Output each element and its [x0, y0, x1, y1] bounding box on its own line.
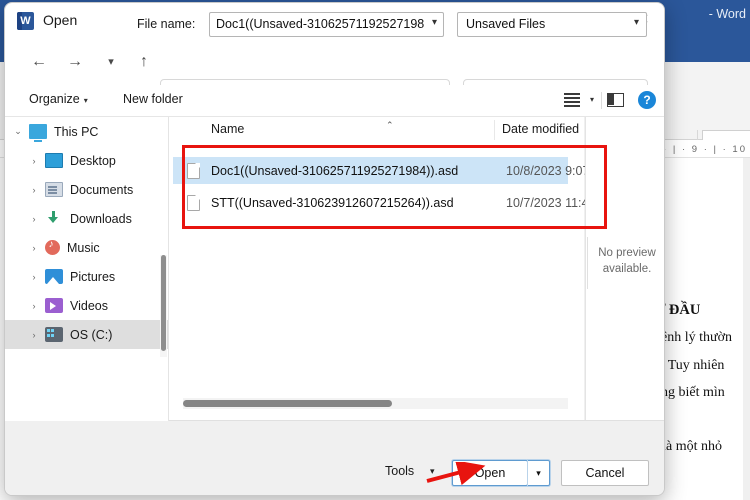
sidebar-item-pictures[interactable]: › Pictures: [5, 262, 169, 291]
doc-line: bệnh lý thườn: [654, 330, 732, 346]
file-name-cell: Doc1((Unsaved-310625711925271984)).asd: [211, 163, 459, 178]
organize-button[interactable]: Organize ▾: [29, 92, 88, 106]
sidebar-item-downloads[interactable]: › Downloads: [5, 204, 169, 233]
file-type-select[interactable]: Unsaved Files ▾: [457, 12, 647, 37]
sort-ascending-icon: ⌃: [386, 120, 394, 130]
sidebar-item-label: Music: [67, 240, 100, 255]
dialog-navigation-bar: ← → ▾ ↑ « Office › Unsaved... ▾ ⟳ Search…: [5, 39, 664, 112]
documents-icon: [45, 182, 63, 197]
pc-icon: [29, 124, 47, 142]
open-dialog: W Open ✕ ← → ▾ ↑ « Office › Unsaved... ▾…: [4, 2, 665, 496]
chevron-right-icon[interactable]: ›: [23, 330, 45, 340]
recent-locations-icon[interactable]: ▾: [97, 48, 125, 76]
file-icon: [187, 194, 200, 211]
back-icon[interactable]: ←: [25, 48, 53, 76]
column-divider: [494, 120, 495, 140]
preview-pane-icon[interactable]: [607, 93, 624, 107]
file-date-cell: 10/8/2023 9:07: [506, 163, 590, 178]
chevron-down-icon: ▾: [83, 96, 88, 105]
chevron-right-icon[interactable]: ›: [23, 243, 45, 253]
sidebar-item-documents[interactable]: › Documents: [5, 175, 169, 204]
organize-label: Organize: [29, 92, 80, 106]
dialog-title: Open: [43, 12, 78, 28]
chevron-right-icon[interactable]: ›: [23, 272, 45, 282]
document-body-text: Ờ ĐẦU bệnh lý thườn g. Tuy nhiên ông biế…: [654, 158, 750, 461]
chevron-down-icon[interactable]: ▾: [430, 466, 435, 477]
chevron-right-icon[interactable]: ›: [23, 185, 45, 195]
chevron-down-icon[interactable]: ▾: [432, 17, 437, 28]
file-name-label: File name:: [137, 17, 196, 31]
sidebar-item-music[interactable]: › Music: [5, 233, 169, 262]
word-title-text: - Word: [708, 7, 746, 21]
word-vertical-scrollbar[interactable]: [743, 158, 750, 500]
chevron-down-icon[interactable]: ⌄: [7, 126, 29, 137]
help-icon[interactable]: ?: [638, 91, 656, 109]
file-list[interactable]: Name ⌃ Date modified Doc1((Unsaved-31062…: [169, 117, 589, 421]
preview-divider: [587, 237, 588, 289]
sidebar-item-label: OS (C:): [70, 327, 113, 342]
doc-line: ) là một nhỏ: [654, 439, 723, 455]
new-folder-button[interactable]: New folder: [123, 92, 183, 106]
ruler-marks: · | · 9 · | · 10: [663, 144, 747, 155]
videos-icon: [45, 298, 63, 313]
file-name-input[interactable]: Doc1((Unsaved-310625711925271984 ▾: [209, 12, 444, 37]
sidebar-item-os-c[interactable]: › OS (C:): [5, 320, 169, 349]
file-name-value: Doc1((Unsaved-310625711925271984: [216, 17, 424, 31]
sidebar-item-this-pc[interactable]: ⌄ This PC: [5, 117, 169, 146]
word-icon-letter: W: [20, 15, 31, 27]
file-icon: [187, 162, 200, 179]
chevron-right-icon[interactable]: ›: [23, 214, 45, 224]
sidebar-scrollbar-thumb[interactable]: [161, 255, 166, 351]
doc-line: [654, 406, 750, 433]
pictures-icon: [45, 269, 63, 284]
navigation-sidebar[interactable]: ⌄ This PC › Desktop › Documents › Downlo…: [5, 117, 169, 421]
music-icon: [45, 239, 60, 255]
column-header-date-modified[interactable]: Date modified: [502, 122, 579, 136]
cancel-button[interactable]: Cancel: [561, 460, 649, 486]
file-type-value: Unsaved Files: [466, 17, 546, 31]
drive-icon: [45, 327, 63, 342]
doc-line: ông biết mìn: [654, 384, 725, 400]
column-header-name[interactable]: Name ⌃: [211, 120, 394, 136]
file-date-cell: 10/7/2023 11:4: [506, 195, 589, 210]
preview-message: No preview available.: [598, 247, 656, 275]
sidebar-item-label: Documents: [70, 182, 134, 197]
doc-line: Ờ ĐẦU: [654, 302, 701, 318]
sidebar-item-videos[interactable]: › Videos: [5, 291, 169, 320]
open-split-dropdown[interactable]: ▾: [528, 460, 550, 486]
desktop-icon: [45, 153, 63, 168]
word-app-icon: W: [17, 12, 34, 30]
sidebar-item-label: Downloads: [70, 211, 132, 226]
table-row[interactable]: Doc1((Unsaved-310625711925271984)).asd 1…: [173, 157, 589, 184]
sidebar-item-desktop[interactable]: › Desktop: [5, 146, 169, 175]
doc-line: g. Tuy nhiên: [654, 357, 725, 373]
dialog-toolbar: Organize ▾ New folder ▾ ?: [5, 85, 664, 117]
file-list-horizontal-scrollbar[interactable]: [183, 398, 568, 409]
chevron-down-icon[interactable]: ▾: [590, 95, 594, 104]
preview-pane: No preview available.: [585, 117, 664, 421]
file-list-scrollbar-thumb[interactable]: [183, 400, 392, 407]
chevron-down-icon[interactable]: ▾: [634, 17, 639, 28]
open-button[interactable]: Open: [452, 460, 528, 486]
sidebar-item-label: Pictures: [70, 269, 116, 284]
sidebar-item-label: This PC: [54, 124, 99, 139]
forward-icon[interactable]: →: [61, 48, 89, 76]
toolbar-divider: [601, 92, 602, 109]
screen: - Word Help T ¶ ▾ ◢ AaBb ¶ No · | · 9 · …: [0, 0, 750, 500]
sidebar-item-label: Videos: [70, 298, 108, 313]
tools-button[interactable]: Tools: [385, 464, 414, 478]
sidebar-item-label: Desktop: [70, 153, 116, 168]
downloads-icon: [45, 211, 63, 226]
up-icon[interactable]: ↑: [130, 48, 158, 76]
sidebar-scrollbar[interactable]: [160, 255, 167, 357]
file-list-header: Name ⌃ Date modified: [169, 117, 584, 143]
chevron-right-icon[interactable]: ›: [23, 301, 45, 311]
file-name-cell: STT((Unsaved-310623912607215264)).asd: [211, 195, 454, 210]
view-options-icon[interactable]: [564, 93, 580, 107]
chevron-right-icon[interactable]: ›: [23, 156, 45, 166]
table-row[interactable]: STT((Unsaved-310623912607215264)).asd 10…: [173, 189, 588, 216]
column-header-name-label: Name: [211, 122, 245, 136]
